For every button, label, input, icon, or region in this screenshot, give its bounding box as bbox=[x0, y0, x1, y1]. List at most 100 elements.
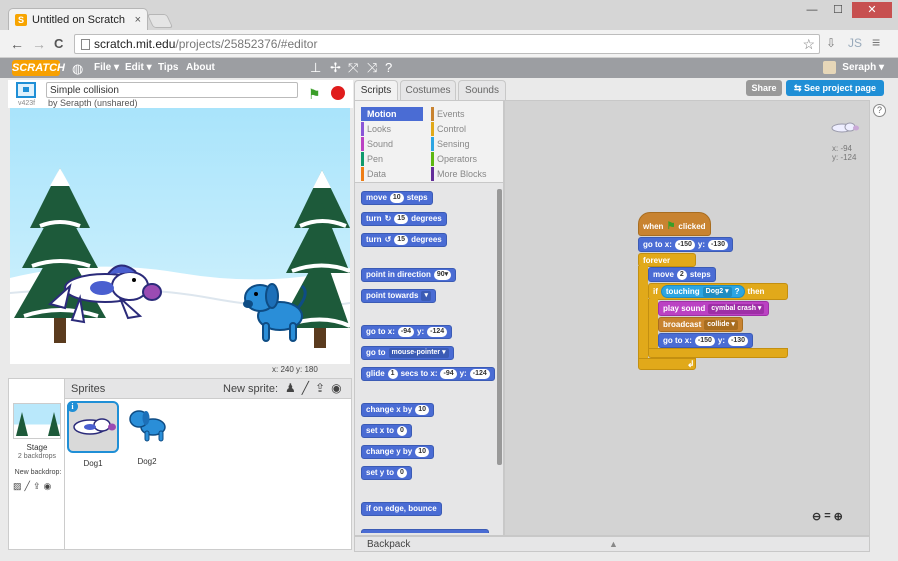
fullscreen-icon[interactable] bbox=[16, 82, 36, 98]
block-palette: Motion Looks Sound Pen Data Events Contr… bbox=[354, 100, 504, 536]
when-flag-clicked-block[interactable]: when ⚑ clicked bbox=[638, 212, 711, 236]
address-bar[interactable]: scratch.mit.edu/projects/25852376/#edito… bbox=[74, 34, 820, 54]
tab-title: Untitled on Scratch bbox=[32, 13, 125, 26]
category-events[interactable]: Events bbox=[431, 107, 465, 121]
go-to-reset-block[interactable]: go to x: -150 y: -130 bbox=[658, 333, 754, 348]
backdrop-camera-icon[interactable]: ◉ bbox=[43, 481, 51, 492]
if-touching-block[interactable]: if touching Dog2 ▾ ? then bbox=[648, 283, 788, 300]
menu-file[interactable]: File ▾ bbox=[94, 62, 119, 73]
zoom-in-icon[interactable]: ⊕ bbox=[834, 510, 843, 523]
block-go-to[interactable]: go to mouse-pointer ▾ bbox=[361, 346, 454, 360]
tab-sounds[interactable]: Sounds bbox=[458, 80, 506, 100]
sprite-tile-dog1[interactable]: i Dog1 bbox=[67, 401, 119, 468]
close-window-button[interactable]: ✕ bbox=[852, 2, 892, 18]
new-tab-button[interactable] bbox=[146, 14, 174, 28]
turn-ccw-icon: ↺ bbox=[384, 235, 392, 244]
block-point-in-direction[interactable]: point in direction 90▾ bbox=[361, 268, 457, 282]
block-set-x[interactable]: set x to 0 bbox=[361, 424, 412, 438]
grow-tool-icon[interactable]: ⤧ bbox=[348, 60, 358, 76]
block-change-x[interactable]: change x by 10 bbox=[361, 403, 435, 417]
go-to-start-block[interactable]: go to x: -150 y: -130 bbox=[638, 237, 734, 252]
help-icon[interactable]: ? bbox=[873, 104, 886, 117]
block-glide[interactable]: glide 1 secs to x: -94 y: -124 bbox=[361, 367, 495, 381]
reload-button[interactable]: C bbox=[54, 36, 63, 51]
duplicate-tool-icon[interactable]: ⊥ bbox=[310, 60, 321, 76]
category-more-blocks[interactable]: More Blocks bbox=[431, 167, 487, 181]
see-project-page-button[interactable]: ⇆ See project page bbox=[786, 80, 884, 96]
block-bounce[interactable]: if on edge, bounce bbox=[361, 502, 442, 516]
category-motion[interactable]: Motion bbox=[361, 107, 423, 121]
block-partial[interactable] bbox=[361, 529, 489, 533]
forever-block[interactable]: forever bbox=[638, 253, 696, 267]
category-sound[interactable]: Sound bbox=[361, 137, 393, 151]
extension-icon[interactable]: ⇩ bbox=[826, 36, 836, 50]
tab-scripts[interactable]: Scripts bbox=[354, 80, 398, 100]
turn-cw-icon: ↻ bbox=[384, 214, 392, 223]
extension-js-icon[interactable]: JS bbox=[848, 36, 862, 50]
scratch-menubar: SCRATCH ◍ File ▾ Edit ▾ Tips About ⊥ ✢ ⤧… bbox=[0, 58, 898, 78]
category-operators[interactable]: Operators bbox=[431, 152, 477, 166]
sprites-pane: Stage 2 backdrops New backdrop: ▨ ╱ ⇪ ◉ … bbox=[8, 378, 352, 550]
sprite-camera-icon[interactable]: ◉ bbox=[331, 381, 341, 395]
browser-tab[interactable]: S Untitled on Scratch × bbox=[8, 8, 148, 30]
new-backdrop-label: New backdrop: bbox=[14, 469, 62, 476]
category-data[interactable]: Data bbox=[361, 167, 386, 181]
user-menu[interactable]: Seraph ▾ bbox=[842, 62, 884, 73]
backpack-bar[interactable]: Backpack ▲ bbox=[354, 536, 870, 552]
bookmark-star-icon[interactable]: ☆ bbox=[802, 36, 815, 53]
if-footer bbox=[648, 348, 788, 358]
play-sound-block[interactable]: play sound cymbal crash ▾ bbox=[658, 301, 770, 316]
move-steps-block[interactable]: move 2 steps bbox=[648, 267, 716, 282]
forward-button[interactable]: → bbox=[32, 36, 46, 52]
category-looks[interactable]: Looks bbox=[361, 122, 391, 136]
sprite-library-icon[interactable]: ♟ bbox=[285, 381, 296, 395]
user-avatar[interactable] bbox=[823, 61, 836, 74]
minimize-button[interactable]: — bbox=[800, 2, 824, 18]
forever-footer: ↲ bbox=[638, 358, 696, 370]
back-button[interactable]: ← bbox=[10, 36, 24, 52]
category-control[interactable]: Control bbox=[431, 122, 466, 136]
chrome-menu-icon[interactable]: ≡ bbox=[872, 34, 880, 50]
project-title-input[interactable] bbox=[46, 82, 298, 98]
shrink-tool-icon[interactable]: ⤨ bbox=[367, 60, 377, 76]
category-pen[interactable]: Pen bbox=[361, 152, 383, 166]
share-button[interactable]: Share bbox=[746, 80, 782, 96]
menu-tips[interactable]: Tips bbox=[158, 62, 178, 73]
sprite-tile-dog2[interactable]: Dog2 bbox=[121, 401, 173, 466]
zoom-reset-icon[interactable]: = bbox=[824, 510, 830, 523]
backdrop-library-icon[interactable]: ▨ bbox=[13, 481, 22, 492]
sprite-y: y: -124 bbox=[832, 153, 857, 162]
block-turn-ccw[interactable]: turn ↺ 15 degrees bbox=[361, 233, 447, 247]
sprite-upload-icon[interactable]: ⇪ bbox=[315, 381, 325, 395]
zoom-out-icon[interactable]: ⊖ bbox=[812, 510, 821, 523]
block-move[interactable]: move 10 steps bbox=[361, 191, 433, 205]
block-set-y[interactable]: set y to 0 bbox=[361, 466, 412, 480]
block-turn-cw[interactable]: turn ↻ 15 degrees bbox=[361, 212, 447, 226]
stage-thumbnail[interactable] bbox=[13, 403, 61, 439]
scratch-logo[interactable]: SCRATCH bbox=[12, 60, 65, 76]
new-sprite-label: New sprite: bbox=[223, 383, 279, 395]
category-sensing[interactable]: Sensing bbox=[431, 137, 470, 151]
block-point-towards[interactable]: point towards ▾ bbox=[361, 289, 436, 303]
menu-edit[interactable]: Edit ▾ bbox=[125, 62, 152, 73]
language-globe-icon[interactable]: ◍ bbox=[72, 61, 83, 77]
block-go-to-xy[interactable]: go to x: -94 y: -124 bbox=[361, 325, 453, 339]
green-flag-icon[interactable]: ⚑ bbox=[308, 86, 321, 103]
help-tool-icon[interactable]: ? bbox=[385, 60, 392, 75]
sprite-paint-icon[interactable]: ╱ bbox=[302, 381, 309, 395]
block-change-y[interactable]: change y by 10 bbox=[361, 445, 435, 459]
stop-button[interactable] bbox=[331, 86, 345, 100]
touching-sensor[interactable]: touching Dog2 ▾ ? bbox=[660, 285, 745, 298]
backpack-expand-icon[interactable]: ▲ bbox=[609, 539, 618, 549]
palette-scrollbar[interactable] bbox=[497, 189, 502, 465]
stage-canvas[interactable] bbox=[10, 108, 350, 364]
backdrop-paint-icon[interactable]: ╱ bbox=[25, 481, 30, 492]
tab-close-icon[interactable]: × bbox=[135, 14, 141, 26]
menu-about[interactable]: About bbox=[186, 62, 215, 73]
broadcast-block[interactable]: broadcast collide ▾ bbox=[658, 317, 743, 332]
backdrop-upload-icon[interactable]: ⇪ bbox=[33, 481, 41, 492]
tab-costumes[interactable]: Costumes bbox=[400, 80, 456, 100]
current-sprite-hint bbox=[831, 122, 859, 133]
maximize-button[interactable]: ☐ bbox=[826, 2, 850, 18]
delete-tool-icon[interactable]: ✢ bbox=[330, 60, 341, 76]
